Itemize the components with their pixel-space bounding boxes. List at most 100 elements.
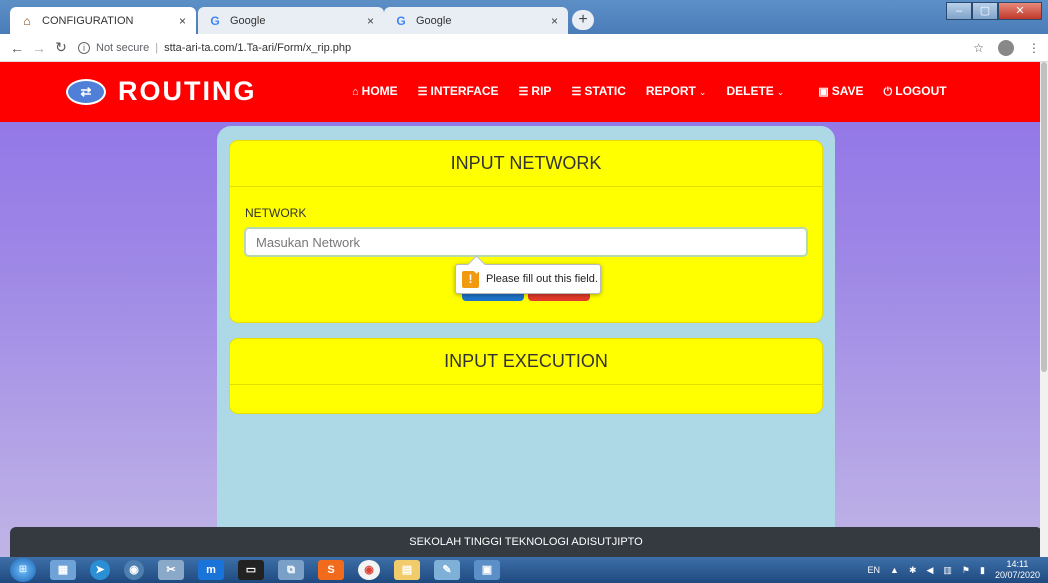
info-icon[interactable]: i <box>78 41 90 54</box>
tab-google-1[interactable]: G Google × <box>198 7 384 34</box>
card-title: INPUT EXECUTION <box>230 339 822 385</box>
google-favicon-icon: G <box>210 13 220 28</box>
site-footer: SEKOLAH TINGGI TEKNOLOGI ADISUTJIPTO <box>10 527 1040 557</box>
nav-label: STATIC <box>584 84 626 98</box>
tab-close-icon[interactable]: × <box>367 14 374 28</box>
language-indicator[interactable]: EN <box>868 565 881 575</box>
url-separator: | <box>155 41 159 54</box>
url-field[interactable]: i Not secure | stta-ari-ta.com/1.Ta-ari/… <box>78 41 352 54</box>
save-icon: ▣ <box>818 86 829 98</box>
show-hidden-icons-icon[interactable]: ▲ <box>890 565 899 575</box>
footer-text: SEKOLAH TINGGI TEKNOLOGI ADISUTJIPTO <box>409 536 643 548</box>
tab-close-icon[interactable]: × <box>179 14 186 28</box>
url-text: stta-ari-ta.com/1.Ta-ari/Form/x_rip.php <box>164 41 352 54</box>
chevron-down-icon: ⌄ <box>698 87 707 97</box>
bluetooth-icon[interactable]: ✱ <box>909 565 917 576</box>
nav-label: DELETE <box>726 84 774 98</box>
nav-label: INTERFACE <box>430 84 499 98</box>
media-player-app-icon[interactable]: ◉ <box>124 560 144 580</box>
network-icon[interactable]: ▥ <box>943 565 952 576</box>
validation-message: Please fill out this field. <box>486 273 598 285</box>
action-center-icon[interactable]: ⚑ <box>962 565 970 576</box>
nav-label: RIP <box>531 84 552 98</box>
telegram-app-icon[interactable]: ➤ <box>90 560 110 580</box>
network-app-icon[interactable]: ⧉ <box>278 560 304 580</box>
browser-tabstrip: ⌂ CONFIGURATION × G Google × G Google × … <box>0 0 1048 34</box>
tab-title: CONFIGURATION <box>42 14 134 27</box>
battery-icon[interactable]: ▮ <box>980 565 985 576</box>
maximize-button[interactable]: ▢ <box>972 2 998 20</box>
nav-label: LOGOUT <box>895 84 947 98</box>
scrollbar-thumb[interactable] <box>1041 62 1047 372</box>
router-logo-icon: ⇄ <box>66 78 106 105</box>
main-menu: ⌂ HOME ☰ INTERFACE ☰ RIP ☰ STATIC REPORT ⌄ DE… <box>352 84 947 99</box>
forward-arrow-icon[interactable]: → <box>28 40 50 56</box>
nav-static[interactable]: ☰ STATIC <box>571 84 625 99</box>
nav-logout[interactable]: ⏻ LOGOUT <box>884 84 947 99</box>
form-panel: INPUT NETWORK NETWORK Masukan Network ! … <box>217 126 835 557</box>
nav-label: REPORT <box>645 84 696 98</box>
card-title: INPUT NETWORK <box>230 141 822 187</box>
nav-home[interactable]: ⌂ HOME <box>352 84 398 99</box>
calculator-app-icon[interactable]: ▦ <box>50 560 76 580</box>
google-favicon-icon: G <box>396 13 406 28</box>
nav-save[interactable]: ▣ SAVE <box>818 84 863 99</box>
tab-configuration[interactable]: ⌂ CONFIGURATION × <box>10 7 196 34</box>
clock-time: 14:11 <box>1006 559 1029 569</box>
clock[interactable]: 14:11 20/07/2020 <box>995 559 1040 581</box>
input-network-card: INPUT NETWORK NETWORK Masukan Network ! … <box>229 140 823 323</box>
reload-icon[interactable]: ↻ <box>50 39 72 56</box>
file-explorer-app-icon[interactable]: ▤ <box>394 560 420 580</box>
clock-date: 20/07/2020 <box>994 570 1040 580</box>
validation-tooltip: ! Please fill out this field. <box>455 264 601 294</box>
chevron-down-icon: ⌄ <box>776 87 785 97</box>
page-scrollbar[interactable] <box>1040 62 1048 557</box>
network-input[interactable]: Masukan Network <box>244 227 808 257</box>
top-navbar: ⇄ ROUTING ⌂ HOME ☰ INTERFACE ☰ RIP ☰ STATIC … <box>0 62 1040 122</box>
kebab-menu-icon[interactable]: ⋮ <box>1028 41 1040 55</box>
paint-app-icon[interactable]: ✎ <box>434 560 460 580</box>
list-icon: ☰ <box>518 86 529 98</box>
sublime-text-app-icon[interactable]: S <box>318 560 344 580</box>
network-field-label: NETWORK <box>245 206 307 220</box>
warning-icon: ! <box>462 270 479 288</box>
chrome-app-icon[interactable]: ◉ <box>358 560 380 580</box>
list-icon: ☰ <box>571 86 582 98</box>
back-arrow-icon[interactable]: ← <box>6 40 28 56</box>
new-tab-button[interactable]: + <box>572 10 594 30</box>
close-window-button[interactable]: ✕ <box>998 2 1042 20</box>
tab-title: Google <box>230 14 266 27</box>
nav-label: SAVE <box>831 84 864 98</box>
start-button[interactable]: ⊞ <box>10 558 36 582</box>
minimize-button[interactable]: – <box>946 2 972 20</box>
nav-label: HOME <box>361 84 398 98</box>
brand[interactable]: ⇄ ROUTING <box>66 76 257 107</box>
page-viewport: ⇄ ROUTING ⌂ HOME ☰ INTERFACE ☰ RIP ☰ STATIC … <box>0 62 1040 557</box>
nav-delete-dropdown[interactable]: DELETE ⌄ <box>726 84 784 99</box>
list-icon: ☰ <box>417 86 428 98</box>
tab-title: Google <box>416 14 452 27</box>
brand-title: ROUTING <box>118 76 257 106</box>
nav-rip[interactable]: ☰ RIP <box>519 84 552 99</box>
address-bar: ← → ↻ i Not secure | stta-ari-ta.com/1.T… <box>0 34 1048 62</box>
network-input-placeholder: Masukan Network <box>256 234 361 250</box>
system-tray: EN ▲ ✱ ◀ ▥ ⚑ ▮ 14:11 20/07/2020 <box>868 557 1041 583</box>
bookmark-star-icon[interactable]: ☆ <box>973 41 984 55</box>
home-icon: ⌂ <box>352 86 359 98</box>
control-panel-app-icon[interactable]: ▣ <box>474 560 500 580</box>
house-favicon-icon: ⌂ <box>23 13 31 28</box>
address-bar-actions: ☆ ⋮ <box>973 40 1040 56</box>
security-label: Not secure <box>96 41 150 54</box>
input-execution-card: INPUT EXECUTION <box>229 338 823 414</box>
tab-google-2[interactable]: G Google × <box>384 7 568 34</box>
nav-interface[interactable]: ☰ INTERFACE <box>418 84 499 99</box>
snipping-tool-app-icon[interactable]: ✂ <box>158 560 184 580</box>
tab-close-icon[interactable]: × <box>551 14 558 28</box>
nav-report-dropdown[interactable]: REPORT ⌄ <box>646 84 707 99</box>
os-taskbar: ⊞ ▦ ➤ ◉ ✂ m ▭ ⧉ S ◉ ▤ ✎ ▣ EN ▲ ✱ ◀ ▥ ⚑ ▮… <box>0 557 1048 583</box>
maxthon-app-icon[interactable]: m <box>198 560 224 580</box>
volume-icon[interactable]: ◀ <box>926 565 933 576</box>
profile-avatar[interactable] <box>998 40 1014 56</box>
power-icon: ⏻ <box>883 86 893 98</box>
command-prompt-app-icon[interactable]: ▭ <box>238 560 264 580</box>
